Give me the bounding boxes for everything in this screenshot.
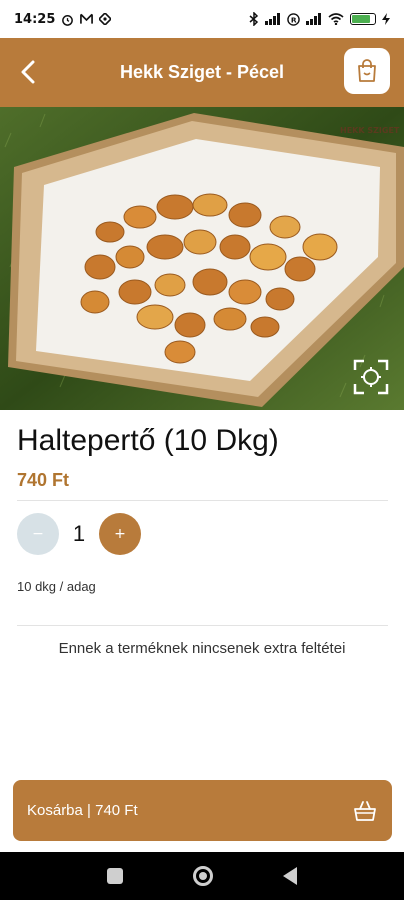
divider — [17, 625, 388, 626]
basket-icon — [354, 800, 376, 821]
battery-icon — [350, 13, 376, 25]
charging-icon — [382, 13, 390, 25]
signal-icon — [265, 13, 280, 25]
system-nav-bar — [0, 852, 404, 900]
alarm-icon — [62, 14, 74, 26]
bluetooth-icon — [249, 12, 259, 26]
status-bar: 14:25 R — [0, 0, 404, 38]
decrease-quantity-button[interactable]: − — [17, 513, 59, 555]
back-icon[interactable] — [283, 867, 297, 885]
quantity-value: 1 — [72, 521, 86, 546]
watermark: HEKK SZIGET — [340, 126, 400, 135]
increase-quantity-button[interactable]: + — [99, 513, 141, 555]
add-to-cart-label: Kosárba | 740 Ft — [27, 802, 138, 819]
registered-icon: R — [287, 12, 300, 26]
mail-icon — [80, 13, 94, 24]
navigation-icon — [99, 13, 112, 25]
add-to-cart-button[interactable]: Kosárba | 740 Ft — [13, 780, 392, 841]
product-price: 740 Ft — [17, 470, 70, 490]
signal-icon — [306, 13, 321, 25]
home-icon[interactable] — [193, 866, 213, 886]
svg-text:R: R — [291, 15, 297, 24]
status-time: 14:25 — [14, 11, 56, 27]
fried-fish-photo: HEKK SZIGET — [0, 107, 404, 410]
app-bar: Hekk Sziget - Pécel — [0, 38, 404, 107]
product-image: HEKK SZIGET — [0, 107, 404, 410]
wifi-icon — [328, 13, 344, 25]
recent-apps-icon[interactable] — [107, 868, 123, 884]
no-extras-message: Ennek a terméknek nincsenek extra feltét… — [58, 640, 346, 657]
portion-size: 10 dkg / adag — [17, 579, 96, 594]
quantity-stepper: − 1 + — [17, 513, 141, 555]
fullscreen-icon[interactable] — [352, 358, 390, 396]
battery-level — [352, 15, 370, 23]
status-right: R — [249, 12, 390, 26]
product-name: Haltepertő (10 Dkg) — [17, 424, 279, 457]
status-left: 14:25 — [14, 11, 112, 27]
divider — [17, 500, 388, 501]
shopping-bag-icon — [358, 59, 376, 82]
cart-bag-button[interactable] — [344, 48, 390, 94]
